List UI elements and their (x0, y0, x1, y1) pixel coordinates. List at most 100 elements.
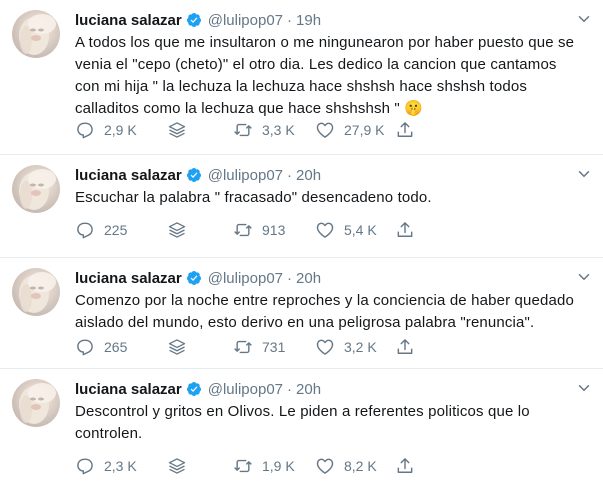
reply-count: 225 (104, 222, 128, 238)
tweet-text: Descontrol y gritos en Olivos. Le piden … (75, 403, 535, 442)
tweet-actions: 2,9 K 3,3 K 27,9 K (75, 120, 415, 140)
stack-button[interactable] (167, 456, 233, 476)
like-button[interactable]: 5,4 K (315, 220, 395, 240)
retweet-icon (234, 459, 252, 473)
retweet-icon (234, 123, 252, 137)
retweet-count: 731 (262, 339, 286, 355)
chevron-down-icon[interactable] (575, 10, 593, 28)
stack-button[interactable] (167, 220, 233, 240)
verified-badge-icon (186, 271, 201, 285)
avatar[interactable] (12, 379, 60, 427)
tweet-header: luciana salazar @lulipop07 · 20h (75, 164, 321, 186)
retweet-button[interactable]: 3,3 K (233, 120, 315, 140)
share-icon (397, 339, 413, 354)
timestamp[interactable]: 19h (296, 12, 321, 29)
display-name[interactable]: luciana salazar (75, 381, 182, 398)
tweet-text: Escuchar la palabra " fracasado" desenca… (75, 189, 432, 206)
like-button[interactable]: 27,9 K (315, 120, 395, 140)
chevron-down-icon[interactable] (575, 165, 593, 183)
reply-icon (77, 458, 93, 475)
stack-button[interactable] (167, 337, 233, 357)
like-count: 3,2 K (344, 339, 377, 355)
tweet[interactable]: luciana salazar @lulipop07 · 20h Escucha… (0, 155, 603, 258)
share-button[interactable] (395, 220, 415, 240)
display-name[interactable]: luciana salazar (75, 270, 182, 287)
timestamp[interactable]: 20h (296, 270, 321, 287)
separator: · (287, 11, 293, 29)
separator: · (287, 380, 293, 398)
reply-count: 2,3 K (104, 458, 137, 474)
display-name[interactable]: luciana salazar (75, 12, 182, 29)
handle[interactable]: @lulipop07 (208, 381, 283, 398)
reply-button[interactable]: 2,9 K (75, 120, 167, 140)
tweet-text: Comenzo por la noche entre reproches y l… (75, 292, 579, 331)
tweet-text: A todos los que me insultaron o me ningu… (75, 34, 579, 117)
avatar[interactable] (12, 10, 60, 58)
avatar[interactable] (12, 165, 60, 213)
retweet-count: 3,3 K (262, 122, 295, 138)
avatar-image (19, 272, 56, 313)
reply-icon (77, 222, 93, 239)
retweet-button[interactable]: 913 (233, 220, 315, 240)
avatar-image (19, 169, 56, 210)
like-count: 27,9 K (344, 122, 385, 138)
reply-button[interactable]: 2,3 K (75, 456, 167, 476)
like-button[interactable]: 8,2 K (315, 456, 395, 476)
retweet-button[interactable]: 1,9 K (233, 456, 315, 476)
timestamp[interactable]: 20h (296, 381, 321, 398)
share-icon (397, 458, 413, 473)
share-icon (397, 122, 413, 137)
tweet-feed: luciana salazar @lulipop07 · 19h A todos… (0, 0, 603, 489)
reply-count: 2,9 K (104, 122, 137, 138)
tweet-actions: 2,3 K 1,9 K 8,2 K (75, 456, 415, 476)
reply-button[interactable]: 225 (75, 220, 167, 240)
share-button[interactable] (395, 337, 415, 357)
heart-icon (316, 222, 334, 238)
handle[interactable]: @lulipop07 (208, 12, 283, 29)
reply-icon (77, 122, 93, 139)
retweet-count: 1,9 K (262, 458, 295, 474)
share-icon (397, 222, 413, 237)
reply-count: 265 (104, 339, 128, 355)
verified-badge-icon (186, 13, 201, 27)
tweet-actions: 225 913 5,4 K (75, 220, 415, 240)
retweet-button[interactable]: 731 (233, 337, 315, 357)
share-button[interactable] (395, 120, 415, 140)
avatar-image (19, 14, 56, 55)
tweet-actions: 265 731 3,2 K (75, 337, 415, 357)
verified-badge-icon (186, 382, 201, 396)
stack-button[interactable] (167, 120, 233, 140)
like-count: 8,2 K (344, 458, 377, 474)
stack-icon (168, 339, 186, 355)
avatar-image (19, 383, 56, 424)
verified-badge-icon (186, 168, 201, 182)
share-button[interactable] (395, 456, 415, 476)
display-name[interactable]: luciana salazar (75, 167, 182, 184)
tweet[interactable]: luciana salazar @lulipop07 · 20h Comenzo… (0, 258, 603, 369)
stack-icon (168, 122, 186, 138)
heart-icon (316, 122, 334, 138)
avatar[interactable] (12, 268, 60, 316)
retweet-count: 913 (262, 222, 286, 238)
like-count: 5,4 K (344, 222, 377, 238)
timestamp[interactable]: 20h (296, 167, 321, 184)
stack-icon (168, 458, 186, 474)
separator: · (287, 269, 293, 287)
tweet-header: luciana salazar @lulipop07 · 20h (75, 378, 321, 400)
retweet-icon (234, 340, 252, 354)
heart-icon (316, 339, 334, 355)
retweet-icon (234, 223, 252, 237)
tweet-header: luciana salazar @lulipop07 · 19h (75, 9, 321, 31)
reply-button[interactable]: 265 (75, 337, 167, 357)
reply-icon (77, 339, 93, 356)
heart-icon (316, 458, 334, 474)
tweet[interactable]: luciana salazar @lulipop07 · 20h Descont… (0, 369, 603, 489)
handle[interactable]: @lulipop07 (208, 270, 283, 287)
handle[interactable]: @lulipop07 (208, 167, 283, 184)
chevron-down-icon[interactable] (575, 379, 593, 397)
like-button[interactable]: 3,2 K (315, 337, 395, 357)
tweet[interactable]: luciana salazar @lulipop07 · 19h A todos… (0, 0, 603, 155)
chevron-down-icon[interactable] (575, 268, 593, 286)
tweet-header: luciana salazar @lulipop07 · 20h (75, 267, 321, 289)
separator: · (287, 166, 293, 184)
